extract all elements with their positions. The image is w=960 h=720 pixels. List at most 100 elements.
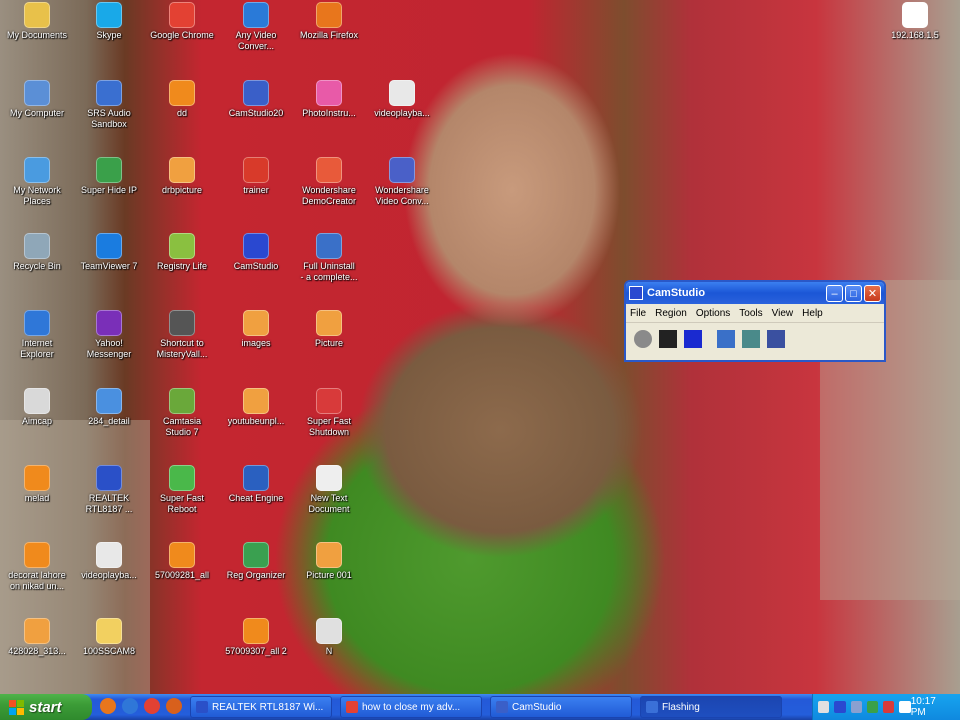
desktop-icon[interactable]: videoplayba... [365, 80, 439, 119]
desktop-icon[interactable]: drbpicture [145, 157, 219, 196]
desktop-icon[interactable]: Internet Explorer [0, 310, 74, 360]
desktop-icon[interactable]: trainer [219, 157, 293, 196]
desktop-icon[interactable]: Reg Organizer [219, 542, 293, 581]
desktop-icon[interactable]: melad [0, 465, 74, 504]
desktop-icon[interactable]: Google Chrome [145, 2, 219, 41]
desktop-icon[interactable]: Skype [72, 2, 146, 41]
shield-icon[interactable] [866, 701, 879, 713]
stop-icon[interactable] [684, 330, 702, 348]
desktop-icon[interactable]: 57009281_all [145, 542, 219, 581]
desktop-icon[interactable]: dd [145, 80, 219, 119]
internet-explorer-icon[interactable] [122, 698, 138, 714]
desktop-icon[interactable]: Cheat Engine [219, 465, 293, 504]
chrome-icon[interactable] [144, 698, 160, 714]
start-button[interactable]: start [0, 694, 92, 720]
desktop-icon[interactable]: Super Fast Reboot [145, 465, 219, 515]
camstudio-tray-icon[interactable] [834, 701, 846, 713]
desktop-icon-label: Internet Explorer [20, 338, 54, 359]
reg-organizer-icon [243, 542, 269, 568]
taskbar-button-label: how to close my adv... [362, 701, 461, 713]
camtasia-icon [169, 388, 195, 414]
menu-tools[interactable]: Tools [739, 308, 762, 319]
camstudio-title-bar[interactable]: CamStudio – □ ✕ [626, 282, 884, 304]
desktop-icon[interactable]: 192.168.1.5 [878, 2, 952, 41]
desktop-icon[interactable]: images [219, 310, 293, 349]
speaker-icon[interactable] [818, 701, 830, 713]
menu-options[interactable]: Options [696, 308, 730, 319]
desktop-icon[interactable]: 284_detail [72, 388, 146, 427]
desktop-icon[interactable]: Wondershare Video Conv... [365, 157, 439, 207]
clock[interactable]: 10:17 PM [911, 696, 951, 718]
window-icon [646, 701, 658, 713]
desktop-icon[interactable]: Shortcut to MisteryVall... [145, 310, 219, 360]
desktop-icon[interactable]: New Text Document [292, 465, 366, 515]
firefox-icon[interactable] [100, 698, 116, 714]
desktop-icon[interactable]: Any Video Conver... [219, 2, 293, 52]
desktop-icon[interactable]: My Documents [0, 2, 74, 41]
desktop-icon[interactable]: PhotoInstru... [292, 80, 366, 119]
desktop-icon-label: Any Video Conver... [235, 30, 277, 51]
desktop-icon[interactable]: TeamViewer 7 [72, 233, 146, 272]
desktop-icon[interactable]: My Computer [0, 80, 74, 119]
desktop-icon-label: CamStudio20 [228, 108, 284, 118]
desktop-icon[interactable]: Picture [292, 310, 366, 349]
desktop-icon[interactable]: CamStudio20 [219, 80, 293, 119]
desktop-icon-label: My Documents [6, 30, 68, 40]
pause-icon[interactable] [659, 330, 677, 348]
desktop-icon[interactable]: Super Fast Shutdown [292, 388, 366, 438]
desktop-icon[interactable]: 428028_313... [0, 618, 74, 657]
autopan-icon[interactable] [742, 330, 760, 348]
network-icon[interactable] [850, 701, 862, 713]
camstudio-window[interactable]: CamStudio – □ ✕ File Region Options Tools Vi… [624, 280, 886, 362]
audio-icon[interactable] [767, 330, 785, 348]
record-icon[interactable] [634, 330, 652, 348]
minimize-button[interactable]: – [826, 284, 843, 302]
taskbar-button[interactable]: how to close my adv... [340, 696, 482, 718]
desktop-icon[interactable]: Aimcap [0, 388, 74, 427]
desktop-icon-label: SRS Audio Sandbox [87, 108, 131, 129]
close-button[interactable]: ✕ [864, 284, 881, 302]
desktop-icon-label: Google Chrome [150, 30, 214, 40]
taskbar-button[interactable]: Flashing [640, 696, 782, 718]
desktop-icon-label: Picture [314, 338, 343, 348]
vnc-icon[interactable] [899, 701, 911, 713]
desktop-icon[interactable]: CamStudio [219, 233, 293, 272]
taskbar-button-label: Flashing [662, 701, 700, 713]
taskbar-button[interactable]: CamStudio [490, 696, 632, 718]
desktop-icon[interactable]: decorat lahore on nikad un... [0, 542, 74, 592]
desktop-icon[interactable]: Recycle Bin [0, 233, 74, 272]
desktop-icon[interactable]: N [292, 618, 366, 657]
window-title: CamStudio [647, 287, 706, 299]
desktop-icon[interactable]: Mozilla Firefox [292, 2, 366, 41]
desktop-icon-label: videoplayba... [374, 108, 430, 118]
desktop-icon[interactable]: REALTEK RTL8187 ... [72, 465, 146, 515]
desktop-icon[interactable]: videoplayba... [72, 542, 146, 581]
desktop-icon-label: Super Hide IP [80, 185, 138, 195]
menu-region[interactable]: Region [655, 308, 687, 319]
menu-view[interactable]: View [772, 308, 794, 319]
menu-help[interactable]: Help [802, 308, 823, 319]
vlc-media-icon [24, 542, 50, 568]
camstudio-menu-bar: File Region Options Tools View Help [626, 304, 884, 322]
firefox-icon[interactable] [166, 698, 182, 714]
desktop-icon[interactable]: 57009307_all 2 [219, 618, 293, 657]
desktop-icon[interactable]: Super Hide IP [72, 157, 146, 196]
desktop-icon[interactable]: Yahoo! Messenger [72, 310, 146, 360]
desktop-icon-label: TeamViewer 7 [80, 261, 138, 271]
desktop-icon[interactable]: youtubeunpl... [219, 388, 293, 427]
desktop-icon[interactable]: My Network Places [0, 157, 74, 207]
desktop-icon[interactable]: 100SSCAM8 [72, 618, 146, 657]
desktop-icon[interactable]: Registry Life [145, 233, 219, 272]
maximize-button[interactable]: □ [845, 284, 862, 302]
desktop-icon[interactable]: Full Uninstall - a complete... [292, 233, 366, 283]
desktop-icon-label: Mozilla Firefox [299, 30, 358, 40]
taskbar-button[interactable]: REALTEK RTL8187 Wi... [190, 696, 332, 718]
desktop-icon[interactable]: SRS Audio Sandbox [72, 80, 146, 130]
desktop-icon[interactable]: Camtasia Studio 7 [145, 388, 219, 438]
menu-file[interactable]: File [630, 308, 646, 319]
desktop-icon[interactable]: Picture 001 [292, 542, 366, 581]
annotation-icon[interactable] [717, 330, 735, 348]
skype-icon [96, 2, 122, 28]
security-icon[interactable] [883, 701, 895, 713]
desktop-icon[interactable]: Wondershare DemoCreator [292, 157, 366, 207]
